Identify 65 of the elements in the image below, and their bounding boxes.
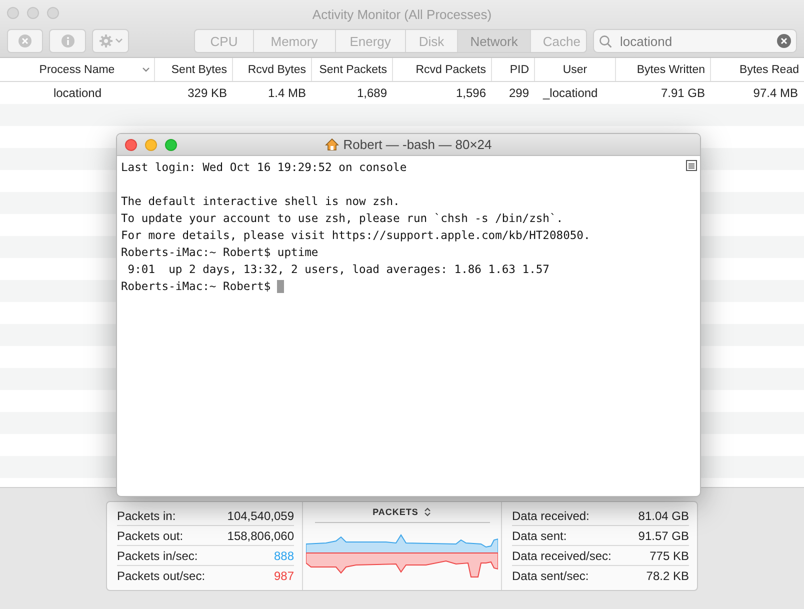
minimize-window-button[interactable] xyxy=(27,7,39,19)
info-icon xyxy=(60,34,75,48)
stat-value: 158,806,060 xyxy=(227,528,294,542)
stat-label: Packets in/sec: xyxy=(117,548,198,562)
zoom-window-button[interactable] xyxy=(47,7,59,19)
terminal-line: Roberts-iMac:~ Robert$ xyxy=(121,278,680,295)
text-cursor xyxy=(277,280,284,294)
terminal-line: Last login: Wed Oct 16 19:29:52 on console xyxy=(121,160,408,176)
column-header[interactable]: PID xyxy=(492,58,535,81)
minimize-window-button[interactable] xyxy=(145,139,157,151)
column-header[interactable]: Sent Packets xyxy=(312,58,393,81)
stat-label: Packets out: xyxy=(117,528,184,542)
close-circle-icon xyxy=(18,34,32,48)
column-header[interactable]: Bytes Written xyxy=(616,58,711,81)
table-cell-text: 1,689 xyxy=(356,85,388,102)
close-window-button[interactable] xyxy=(125,139,137,151)
up-down-chevron-icon[interactable] xyxy=(424,507,432,517)
stat-label: Data received: xyxy=(512,508,590,522)
chart-title[interactable]: PACKETS xyxy=(372,507,418,517)
stat-value: 78.2 KB xyxy=(646,569,689,583)
column-header[interactable]: Sent Bytes xyxy=(155,58,233,81)
column-header[interactable]: Rcvd Packets xyxy=(393,58,492,81)
stat-value: 91.57 GB xyxy=(638,528,689,542)
search-box[interactable]: locationd xyxy=(593,29,798,53)
terminal-line: Roberts-iMac:~ Robert$ uptime xyxy=(121,245,320,261)
stat-label: Data sent: xyxy=(512,528,567,542)
table-cell-text: locationd xyxy=(52,85,103,102)
caret-icon xyxy=(114,38,123,44)
gear-menu-button[interactable] xyxy=(92,29,130,53)
table-cell-text: 1.4 MB xyxy=(266,85,307,102)
stat-label: Data received/sec: xyxy=(512,548,612,562)
stat-label: Packets in: xyxy=(117,508,176,522)
stat-value: 104,540,059 xyxy=(227,508,294,522)
scroll-marker-icon[interactable] xyxy=(686,160,697,171)
column-header[interactable]: Process Name xyxy=(0,58,155,81)
zoom-window-button[interactable] xyxy=(165,139,177,151)
terminal-line: To update your account to use zsh, please run `chsh -s /bin/zsh`. xyxy=(121,211,564,227)
info-button[interactable] xyxy=(49,29,86,53)
search-field[interactable]: locationd xyxy=(620,34,770,48)
close-window-button[interactable] xyxy=(7,7,19,19)
terminal-line: The default interactive shell is now zsh. xyxy=(121,194,401,210)
table-cell-text: 1,596 xyxy=(454,85,487,102)
column-header[interactable]: Rcvd Bytes xyxy=(233,58,312,81)
gear-icon xyxy=(98,34,113,48)
search-icon xyxy=(599,34,612,48)
stat-value: 987 xyxy=(274,569,294,583)
clear-search-icon[interactable] xyxy=(777,34,792,48)
window-title: Activity Monitor (All Processes) xyxy=(312,6,492,22)
table-cell-text: 97.4 MB xyxy=(752,85,799,102)
stat-value: 888 xyxy=(274,548,294,562)
terminal-title: Robert — -bash — 80×24 xyxy=(343,137,492,152)
terminal-line: 9:01 up 2 days, 13:32, 2 users, load averages: 1.86 1.63 1.57 xyxy=(126,262,550,278)
table-cell-text: 329 KB xyxy=(186,85,228,102)
table-cell-text: 7.91 GB xyxy=(660,85,706,102)
column-header[interactable]: User xyxy=(535,58,616,81)
terminal-line: For more details, please visit https://support.apple.com/kb/HT208050. xyxy=(121,228,592,244)
table-cell-text: _locationd xyxy=(542,85,599,102)
house-icon xyxy=(325,138,340,151)
column-header[interactable]: Bytes Read xyxy=(711,58,804,81)
stat-label: Packets out/sec: xyxy=(117,569,206,583)
stop-process-button[interactable] xyxy=(7,29,44,53)
stat-value: 775 KB xyxy=(650,548,689,562)
table-cell-text: 299 xyxy=(508,85,530,102)
stat-label: Data sent/sec: xyxy=(512,569,589,583)
stat-value: 81.04 GB xyxy=(638,508,689,522)
